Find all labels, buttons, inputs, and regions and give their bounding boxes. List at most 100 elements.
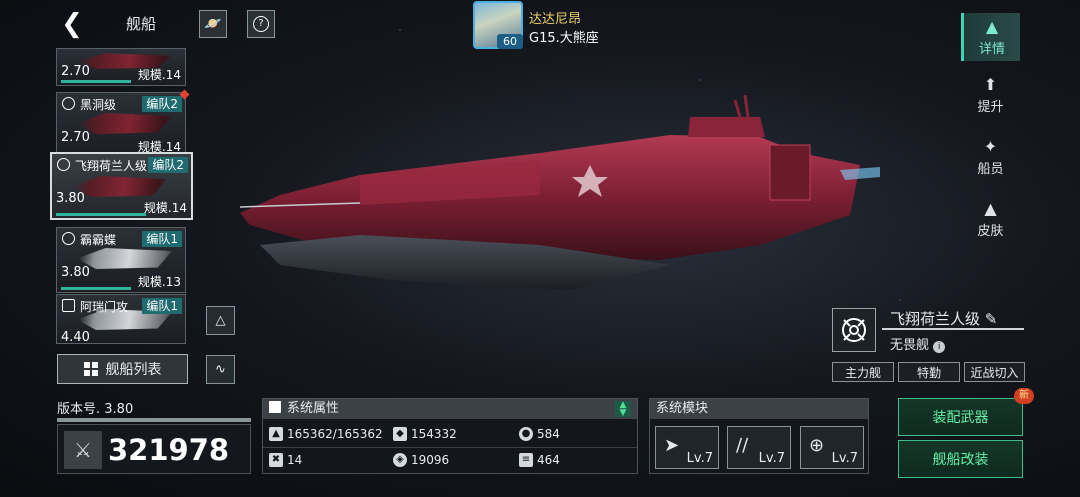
stat-energy: ✖ 14	[269, 453, 302, 467]
radar-module-icon: ⊕	[809, 435, 825, 456]
armor-icon: ◆	[393, 427, 407, 441]
planet-icon: 🪐	[204, 16, 222, 32]
ship-class-text: 无畏舰	[890, 338, 930, 353]
carrier-icon	[62, 299, 75, 312]
fleet-badge: 编队1	[142, 298, 182, 314]
system-modules-header: 系统模块	[650, 399, 868, 419]
ship-card[interactable]: 阿瑞门攻 编队1 4.40	[56, 294, 186, 344]
info-icon[interactable]: i	[933, 341, 946, 353]
version-bar	[57, 418, 251, 422]
tab-skin-label: 皮肤	[977, 224, 1004, 239]
stat-target: ◈ 19096	[393, 453, 449, 467]
ship-version: 2.70	[61, 130, 90, 145]
system-attributes-header: 系统属性 ▲ ▼	[263, 399, 637, 419]
divider	[263, 447, 637, 448]
ship-version: 2.70	[61, 64, 90, 79]
tab-upgrade-label: 提升	[977, 100, 1004, 115]
back-arrow-icon[interactable]: ❮	[60, 11, 84, 37]
ship-version: 3.80	[56, 191, 85, 206]
crew-icon: ✦	[983, 137, 998, 156]
ship-list-label: 舰船列表	[105, 362, 162, 378]
expand-toggle-icon[interactable]: ▲ ▼	[615, 401, 631, 418]
combat-power-icon: ⚔	[64, 431, 102, 469]
ship-scale: 规模.14	[143, 201, 187, 215]
module-slot-missile[interactable]: ➤ Lv.7	[655, 426, 719, 469]
stats-button[interactable]: ∿	[206, 355, 235, 384]
modify-ship-button[interactable]: 舰船改装	[898, 440, 1023, 478]
stat-armor: ◆ 154332	[393, 427, 457, 441]
stat-speed: ≡ 464	[519, 453, 560, 467]
ship-name-text: 飞翔荷兰人级	[890, 310, 981, 328]
module-level: Lv.7	[686, 451, 713, 466]
combat-power-value: 321978	[108, 433, 230, 467]
ship-card[interactable]: 黑洞级 编队2 2.70 规模.14	[56, 92, 186, 158]
energy-icon: ✖	[269, 453, 283, 467]
module-level: Lv.7	[831, 451, 858, 466]
new-badge: 新	[1014, 388, 1034, 404]
ship-card[interactable]: 霸霸蝶 编队1 3.80 规模.13	[56, 227, 186, 293]
ship-version: 4.40	[61, 330, 90, 344]
upgrade-icon: ⬆	[983, 75, 998, 94]
missile-module-icon: ➤	[664, 435, 680, 456]
wave-icon: ∿	[215, 362, 226, 377]
attributes-icon	[269, 401, 281, 413]
tab-detail[interactable]: ▲ 详情	[961, 13, 1020, 61]
tab-skin[interactable]: ▲ 皮肤	[961, 195, 1020, 243]
ship-list-button[interactable]: 舰船列表	[57, 354, 188, 384]
planet-button[interactable]: 🪐	[199, 10, 227, 38]
ship-class: 无畏舰 i	[890, 334, 946, 353]
tab-detail-label: 详情	[978, 42, 1005, 57]
tag-melee: 近战切入	[964, 362, 1025, 382]
stat-speed-value: 464	[537, 453, 560, 467]
ship-name: 霸霸蝶	[80, 233, 117, 247]
edit-icon[interactable]: ✎	[985, 310, 998, 328]
ship-name: 飞翔荷兰人级	[75, 159, 148, 173]
version-value: 3.80	[104, 402, 134, 417]
version-label-text: 版本号.	[57, 402, 101, 417]
cannon-module-icon: ∕∕	[736, 435, 749, 456]
ship-scale: 规模.13	[137, 275, 181, 289]
version-label: 版本号. 3.80	[57, 398, 251, 417]
stat-armor-value: 154332	[411, 427, 457, 441]
dreadnought-icon	[57, 158, 70, 171]
tab-upgrade[interactable]: ⬆ 提升	[961, 71, 1020, 119]
commander-name: 达达尼昂	[529, 12, 582, 27]
hull-icon: ▲	[269, 427, 283, 441]
tab-crew-label: 船员	[977, 162, 1004, 177]
stat-target-value: 19096	[411, 453, 450, 467]
stat-hull: ▲ 165362/165362	[269, 427, 383, 441]
shield-icon: ●	[519, 427, 533, 441]
ship-card[interactable]: 2.70 规模.14	[56, 48, 186, 86]
ship-card-selected[interactable]: 飞翔荷兰人级 编队2 3.80 规模.14	[50, 152, 193, 220]
page-title: 舰船	[125, 15, 156, 33]
commander-location: G15.大熊座	[529, 31, 599, 46]
system-attributes-title: 系统属性	[287, 401, 340, 416]
detail-icon: ▲	[985, 17, 999, 36]
stat-hull-value: 165362/165362	[287, 427, 383, 441]
tag-special: 特勤	[898, 362, 960, 382]
stat-shield-value: 584	[537, 427, 560, 441]
speed-icon: ≡	[519, 453, 533, 467]
crosshair-icon	[842, 318, 866, 342]
help-button[interactable]: ?	[247, 10, 275, 38]
commander-level: 60	[497, 34, 523, 49]
module-slot-cannon[interactable]: ∕∕ Lv.7	[727, 426, 791, 469]
module-level: Lv.7	[758, 451, 785, 466]
ship-name: 阿瑞门攻	[80, 300, 129, 314]
tab-crew[interactable]: ✦ 船员	[961, 133, 1020, 181]
ship-name-title: 飞翔荷兰人级 ✎	[882, 308, 1024, 330]
combat-power-box: ⚔ 321978	[57, 424, 251, 474]
help-icon: ?	[253, 16, 269, 32]
target-icon: ◈	[393, 453, 407, 467]
grid-icon	[83, 362, 98, 376]
fleet-badge: 编队2	[142, 96, 182, 112]
fleet-badge: 编队2	[148, 157, 188, 173]
dreadnought-icon	[62, 232, 75, 245]
ship-bar	[61, 287, 131, 290]
module-slot-radar[interactable]: ⊕ Lv.7	[800, 426, 864, 469]
formation-button[interactable]: △	[206, 306, 235, 335]
formation-icon: △	[215, 313, 226, 328]
skin-icon: ▲	[984, 199, 997, 218]
equip-weapon-button[interactable]: 装配武器	[898, 398, 1023, 436]
ship-bar	[61, 80, 131, 83]
